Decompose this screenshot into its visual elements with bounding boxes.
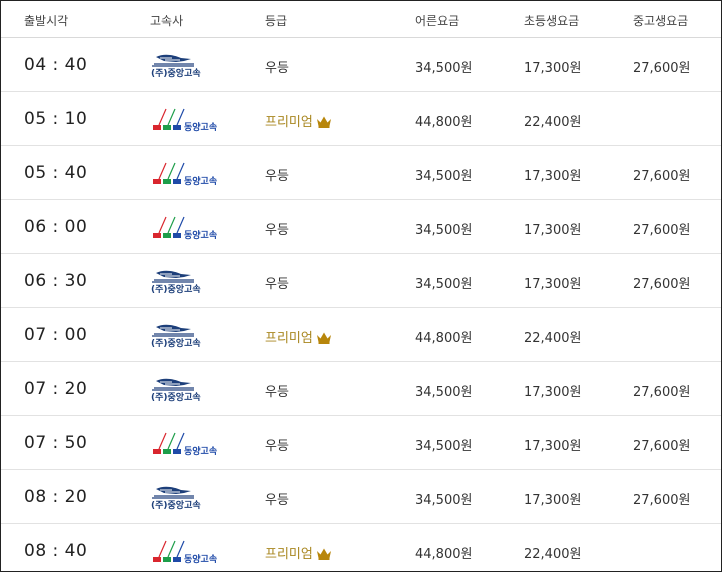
grade-text: 우등 <box>265 277 289 292</box>
dongyang-logo-text: 동양고속 <box>184 445 217 456</box>
youth-fare: 27,600원 <box>633 493 691 508</box>
departure-time: 08 : 40 <box>24 541 88 561</box>
dongyang-logo: 동양고속 <box>153 216 217 240</box>
child-fare: 17,300원 <box>524 61 582 76</box>
table-row[interactable]: 07 : 00 (주)중앙고속 프리미엄 44,800원 22,400원 <box>1 308 721 362</box>
jungang-logo: (주)중앙고속 <box>151 324 201 348</box>
jungang-logo: (주)중앙고속 <box>151 54 201 78</box>
jungang-logo-text: (주)중앙고속 <box>151 337 201 348</box>
table-header: 출발시각 고속사 등급 어른요금 초등생요금 중고생요금 <box>1 1 721 38</box>
departure-time: 04 : 40 <box>24 55 88 75</box>
table-row[interactable]: 06 : 30 (주)중앙고속 우등 34,500원 17,300원 27,60… <box>1 254 721 308</box>
table-row[interactable]: 06 : 00 동양고속 우등 34,500원 17,300원 27,600원 <box>1 200 721 254</box>
jungang-logo: (주)중앙고속 <box>151 378 201 402</box>
grade-text: 우등 <box>265 223 289 238</box>
grade-label: 우등 <box>265 489 289 508</box>
adult-fare: 34,500원 <box>415 61 473 76</box>
table-row[interactable]: 07 : 50 동양고속 우등 34,500원 17,300원 27,600원 <box>1 416 721 470</box>
child-fare: 17,300원 <box>524 223 582 238</box>
child-fare: 17,300원 <box>524 493 582 508</box>
departure-time: 05 : 40 <box>24 163 88 183</box>
dongyang-logo-text: 동양고속 <box>184 229 217 240</box>
child-fare: 17,300원 <box>524 439 582 454</box>
adult-fare: 34,500원 <box>415 385 473 400</box>
table-row[interactable]: 05 : 40 동양고속 우등 34,500원 17,300원 27,600원 <box>1 146 721 200</box>
youth-fare: 27,600원 <box>633 277 691 292</box>
dongyang-logo: 동양고속 <box>153 540 217 564</box>
child-fare: 17,300원 <box>524 169 582 184</box>
grade-text: 프리미엄 <box>265 331 313 346</box>
jungang-logo: (주)중앙고속 <box>151 486 201 510</box>
header-child-fare: 초등생요금 <box>524 14 580 28</box>
child-fare: 17,300원 <box>524 385 582 400</box>
dongyang-logo-text: 동양고속 <box>184 553 217 564</box>
departure-time: 06 : 30 <box>24 271 88 291</box>
jungang-logo-text: (주)중앙고속 <box>151 499 201 510</box>
dongyang-logo: 동양고속 <box>153 108 217 132</box>
crown-icon <box>316 548 331 560</box>
departure-time: 06 : 00 <box>24 217 88 237</box>
table-row[interactable]: 07 : 20 (주)중앙고속 우등 34,500원 17,300원 27,60… <box>1 362 721 416</box>
departure-time: 07 : 50 <box>24 433 88 453</box>
child-fare: 22,400원 <box>524 115 582 130</box>
departure-time: 07 : 00 <box>24 325 88 345</box>
child-fare: 22,400원 <box>524 331 582 346</box>
table-row[interactable]: 04 : 40 (주)중앙고속 우등 34,500원 17,300원 27,60… <box>1 38 721 92</box>
youth-fare: 27,600원 <box>633 439 691 454</box>
grade-text: 우등 <box>265 439 289 454</box>
grade-label: 우등 <box>265 165 289 184</box>
jungang-logo-text: (주)중앙고속 <box>151 391 201 402</box>
dongyang-logo: 동양고속 <box>153 432 217 456</box>
grade-text: 프리미엄 <box>265 547 313 562</box>
adult-fare: 34,500원 <box>415 493 473 508</box>
header-adult-fare: 어른요금 <box>415 14 460 28</box>
youth-fare: 27,600원 <box>633 223 691 238</box>
crown-icon <box>316 332 331 344</box>
jungang-logo-text: (주)중앙고속 <box>151 283 201 294</box>
adult-fare: 34,500원 <box>415 277 473 292</box>
dongyang-logo: 동양고속 <box>153 162 217 186</box>
adult-fare: 44,800원 <box>415 115 473 130</box>
adult-fare: 34,500원 <box>415 439 473 454</box>
dongyang-logo-text: 동양고속 <box>184 121 217 132</box>
departure-time: 07 : 20 <box>24 379 88 399</box>
youth-fare: 27,600원 <box>633 385 691 400</box>
bus-schedule-table: 출발시각 고속사 등급 어른요금 초등생요금 중고생요금 04 : 40 (주)… <box>0 0 722 572</box>
adult-fare: 44,800원 <box>415 547 473 562</box>
table-row[interactable]: 08 : 20 (주)중앙고속 우등 34,500원 17,300원 27,60… <box>1 470 721 524</box>
crown-icon <box>316 116 331 128</box>
header-youth-fare: 중고생요금 <box>633 14 689 28</box>
adult-fare: 34,500원 <box>415 169 473 184</box>
adult-fare: 34,500원 <box>415 223 473 238</box>
dongyang-logo-text: 동양고속 <box>184 175 217 186</box>
grade-label: 프리미엄 <box>265 543 332 562</box>
grade-text: 우등 <box>265 385 289 400</box>
grade-label: 우등 <box>265 273 289 292</box>
grade-label: 프리미엄 <box>265 327 332 346</box>
jungang-logo-text: (주)중앙고속 <box>151 67 201 78</box>
grade-text: 프리미엄 <box>265 115 313 130</box>
child-fare: 22,400원 <box>524 547 582 562</box>
table-row[interactable]: 08 : 40 동양고속 프리미엄 44,800원 22,400원 <box>1 524 721 571</box>
grade-label: 우등 <box>265 219 289 238</box>
grade-text: 우등 <box>265 169 289 184</box>
header-grade: 등급 <box>265 14 288 28</box>
grade-label: 프리미엄 <box>265 111 332 130</box>
youth-fare: 27,600원 <box>633 169 691 184</box>
header-departure-time: 출발시각 <box>24 14 69 28</box>
adult-fare: 44,800원 <box>415 331 473 346</box>
youth-fare: 27,600원 <box>633 61 691 76</box>
table-row[interactable]: 05 : 10 동양고속 프리미엄 44,800원 22,400원 <box>1 92 721 146</box>
grade-label: 우등 <box>265 381 289 400</box>
header-bus-company: 고속사 <box>150 14 184 28</box>
grade-label: 우등 <box>265 435 289 454</box>
grade-label: 우등 <box>265 57 289 76</box>
departure-time: 05 : 10 <box>24 109 88 129</box>
jungang-logo: (주)중앙고속 <box>151 270 201 294</box>
grade-text: 우등 <box>265 493 289 508</box>
departure-time: 08 : 20 <box>24 487 88 507</box>
grade-text: 우등 <box>265 61 289 76</box>
child-fare: 17,300원 <box>524 277 582 292</box>
